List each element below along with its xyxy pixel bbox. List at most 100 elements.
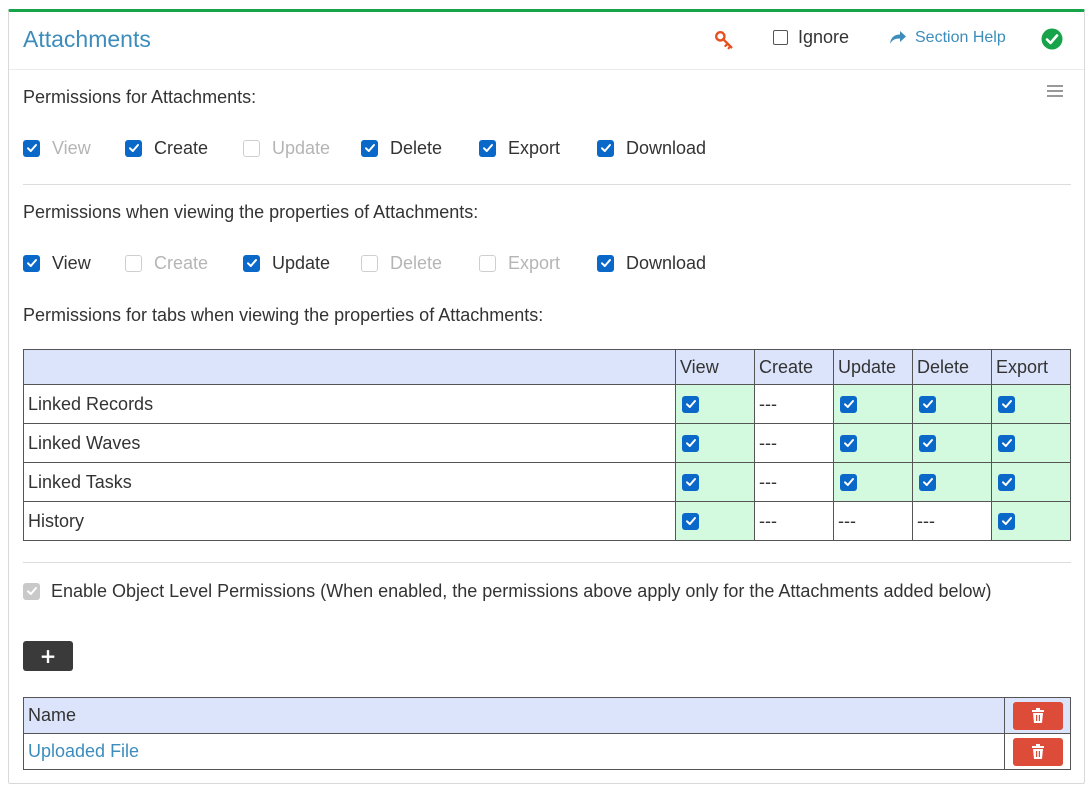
tab-name-column-header	[23, 349, 676, 385]
column-header-export: Export	[991, 349, 1071, 385]
panel-title: Attachments	[23, 26, 151, 52]
checkbox-create: Create	[125, 251, 243, 275]
delete-label: Delete	[390, 252, 443, 273]
ignore-label: Ignore	[798, 27, 850, 47]
permission-cell-export	[991, 423, 1071, 463]
update-checkbox[interactable]	[840, 473, 857, 491]
properties-permissions-checkbox-row: View Create Update Delete Export Download	[23, 251, 727, 275]
object-level-checkbox[interactable]	[23, 582, 40, 600]
create-label: Create	[154, 137, 209, 158]
permission-cell-delete	[912, 423, 992, 463]
table-header-row: View Create Update Delete Export	[23, 349, 1071, 385]
export-checkbox[interactable]	[998, 473, 1015, 491]
object-name-cell: Uploaded File	[23, 733, 1005, 770]
permissions-label: Permissions for Attachments:	[23, 87, 257, 107]
checkbox-download[interactable]: Download	[597, 136, 727, 160]
tab-name-cell: Linked Waves	[23, 423, 676, 463]
unavailable-cell-create: ---	[754, 501, 834, 541]
permission-cell-update	[833, 384, 913, 424]
delete-checkbox[interactable]	[919, 395, 936, 413]
update-label: Update	[272, 252, 331, 273]
divider	[23, 184, 1071, 185]
key-icon[interactable]	[713, 29, 735, 51]
download-checkbox[interactable]	[597, 139, 614, 157]
checkbox-export[interactable]: Export	[479, 136, 597, 160]
checkbox-delete: Delete	[361, 251, 479, 275]
properties-permissions-label: Permissions when viewing the properties …	[23, 202, 479, 222]
table-row: History --- --- ---	[23, 501, 1071, 541]
checkbox-create[interactable]: Create	[125, 136, 243, 160]
checkbox-view[interactable]: View	[23, 251, 125, 275]
checkbox-download[interactable]: Download	[597, 251, 727, 275]
object-link[interactable]: Uploaded File	[28, 741, 139, 761]
delete-checkbox[interactable]	[361, 139, 378, 157]
column-header-update: Update	[833, 349, 913, 385]
attachments-panel: Attachments Ignore Section Help Permissi…	[8, 9, 1085, 784]
ignore-toggle[interactable]: Ignore	[773, 27, 849, 48]
delete-all-cell	[1004, 697, 1071, 734]
delete-checkbox[interactable]	[919, 473, 936, 491]
add-object-button[interactable]: +	[23, 641, 73, 671]
update-checkbox[interactable]	[243, 254, 260, 272]
object-level-row: Enable Object Level Permissions (When en…	[23, 579, 992, 603]
trash-icon	[1031, 743, 1044, 759]
hamburger-menu-icon[interactable]	[1047, 85, 1063, 99]
update-checkbox[interactable]	[840, 395, 857, 413]
panel-header: Attachments Ignore Section Help	[9, 12, 1084, 70]
permission-cell-delete	[912, 462, 992, 502]
export-checkbox[interactable]	[479, 139, 496, 157]
unavailable-cell-update: ---	[833, 501, 913, 541]
unavailable-cell-create: ---	[754, 384, 834, 424]
section-help-label: Section Help	[915, 29, 1006, 46]
delete-checkbox[interactable]	[919, 434, 936, 452]
permission-cell-export	[991, 462, 1071, 502]
object-level-label: Enable Object Level Permissions (When en…	[51, 580, 992, 601]
permission-cell-export	[991, 501, 1071, 541]
export-checkbox[interactable]	[998, 512, 1015, 530]
update-checkbox[interactable]	[840, 434, 857, 452]
unavailable-cell-create: ---	[754, 423, 834, 463]
view-checkbox[interactable]	[682, 512, 699, 530]
tabs-permissions-label: Permissions for tabs when viewing the pr…	[23, 305, 544, 325]
table-row: Linked Waves ---	[23, 423, 1071, 463]
section-help-link[interactable]: Section Help	[889, 29, 1006, 47]
ignore-checkbox[interactable]	[773, 30, 788, 45]
trash-icon	[1031, 707, 1044, 723]
delete-button[interactable]	[1012, 737, 1063, 766]
tab-name-cell: Linked Records	[23, 384, 676, 424]
table-header-row: Name	[23, 697, 1071, 734]
export-checkbox[interactable]	[998, 395, 1015, 413]
share-arrow-icon	[890, 31, 906, 44]
column-header-view: View	[675, 349, 755, 385]
permissions-checkbox-row: View Create Update Delete Export Download	[23, 136, 727, 160]
create-label: Create	[154, 252, 209, 273]
view-checkbox[interactable]	[23, 254, 40, 272]
checkbox-update[interactable]: Update	[243, 251, 361, 275]
object-level-toggle[interactable]: Enable Object Level Permissions (When en…	[23, 579, 992, 603]
unavailable-cell-create: ---	[754, 462, 834, 502]
objects-table: Name Uploaded File	[23, 697, 1071, 770]
plus-icon: +	[39, 644, 57, 668]
update-checkbox	[243, 139, 260, 157]
view-checkbox[interactable]	[682, 434, 699, 452]
update-label: Update	[272, 137, 331, 158]
permission-cell-view	[675, 384, 755, 424]
delete-checkbox	[361, 254, 378, 272]
view-label: View	[52, 252, 91, 273]
export-checkbox[interactable]	[998, 434, 1015, 452]
create-checkbox[interactable]	[125, 139, 142, 157]
tab-name-cell: History	[23, 501, 676, 541]
permission-cell-delete	[912, 384, 992, 424]
download-checkbox[interactable]	[597, 254, 614, 272]
delete-all-button[interactable]	[1012, 701, 1063, 730]
checkbox-delete[interactable]: Delete	[361, 136, 479, 160]
tab-name-cell: Linked Tasks	[23, 462, 676, 502]
create-checkbox	[125, 254, 142, 272]
table-row: Linked Records ---	[23, 384, 1071, 424]
checkbox-view: View	[23, 136, 125, 160]
checkbox-update: Update	[243, 136, 361, 160]
table-row: Uploaded File	[23, 733, 1071, 770]
view-checkbox[interactable]	[682, 395, 699, 413]
export-checkbox	[479, 254, 496, 272]
view-checkbox[interactable]	[682, 473, 699, 491]
